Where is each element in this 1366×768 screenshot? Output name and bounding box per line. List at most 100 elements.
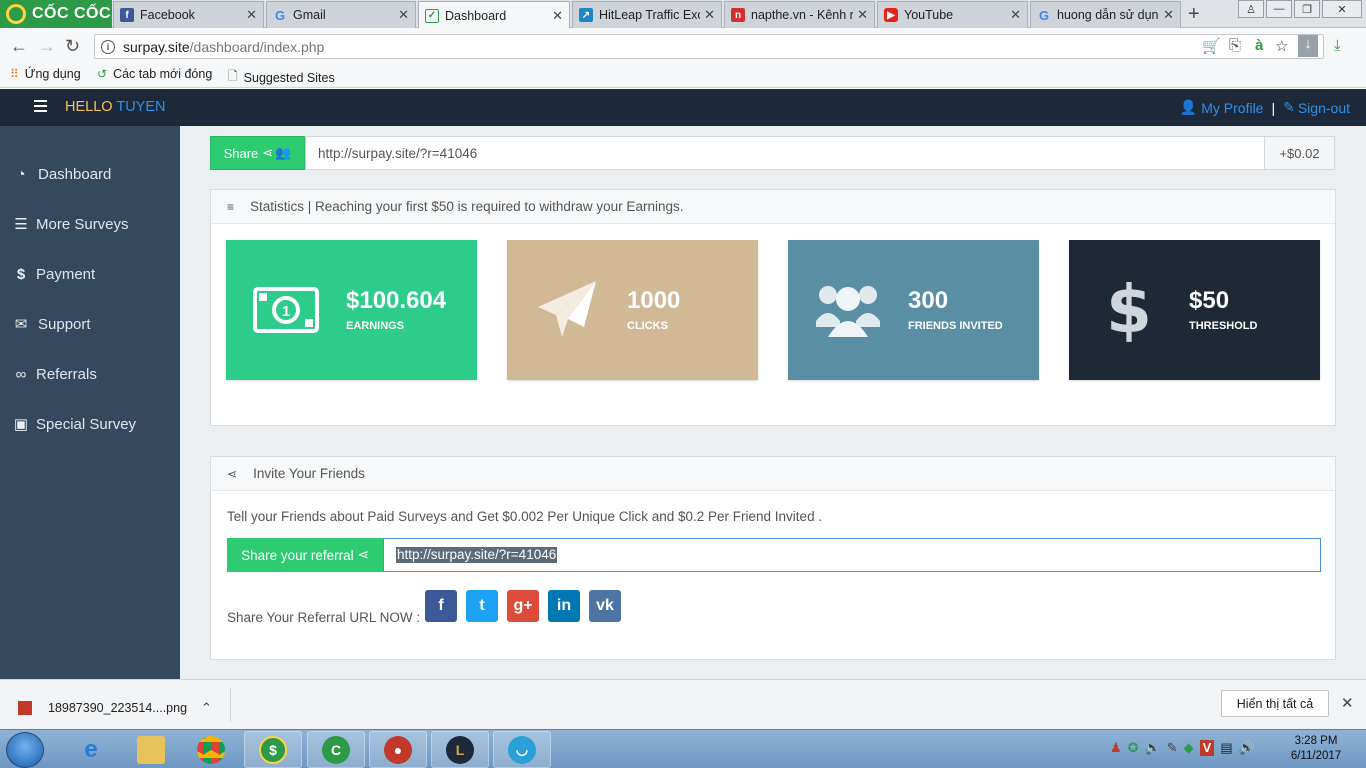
coccoc-icon: C	[322, 735, 350, 764]
close-icon[interactable]: ✕	[1163, 7, 1174, 23]
download-icon[interactable]: ⤓	[1334, 37, 1341, 54]
url-host: surpay.site	[123, 38, 190, 55]
minimize-button[interactable]: —	[1266, 0, 1292, 18]
bookmarks-bar: ⠿ Ứng dụng ↺ Các tab mới đóng 🗋 Suggeste…	[0, 63, 1366, 88]
tab-facebook[interactable]: f Facebook ✕	[113, 1, 264, 28]
forward-icon[interactable]: →	[38, 36, 56, 57]
info-icon[interactable]: i	[101, 39, 115, 54]
google-plus-icon: g+	[513, 597, 533, 614]
dashboard-icon: ◔	[16, 165, 26, 183]
network-icon[interactable]: ▤	[1220, 740, 1232, 756]
close-icon[interactable]: ✕	[552, 8, 563, 24]
share-referral-button[interactable]: Share your referral ⋖	[227, 538, 383, 572]
taskbar-league-of-legends[interactable]: L	[431, 731, 489, 768]
vietnamese-input-icon[interactable]: à	[1255, 37, 1263, 54]
vk-share-button[interactable]: vk	[589, 590, 621, 622]
sign-out-link[interactable]: Sign-out	[1298, 100, 1350, 116]
taskbar-chrome[interactable]	[182, 731, 240, 768]
bookmark-suggested-sites[interactable]: 🗋 Suggested Sites	[228, 67, 335, 88]
close-icon[interactable]: ✕	[857, 7, 868, 23]
greeting: HELLO TUYEN	[65, 99, 166, 115]
statistics-panel: ≡ Statistics | Reaching your first $50 i…	[210, 189, 1336, 426]
sidebar-item-special-survey[interactable]: ▣ Special Survey	[0, 404, 180, 444]
taskbar-game-app[interactable]: ●	[369, 731, 427, 768]
share-url-field[interactable]: http://surpay.site/?r=41046	[305, 136, 1265, 170]
new-tab-button[interactable]: +	[1188, 3, 1200, 26]
tray-app-icon[interactable]: ♟	[1110, 740, 1122, 756]
tray-device-icon[interactable]: ✎	[1167, 740, 1178, 756]
twitter-share-button[interactable]: t	[466, 590, 498, 622]
system-clock[interactable]: 3:28 PM 6/11/2017	[1286, 734, 1346, 764]
google-plus-share-button[interactable]: g+	[507, 590, 539, 622]
sidebar-item-support[interactable]: ✉ Support	[0, 304, 180, 344]
reload-icon[interactable]: ↻	[65, 36, 80, 57]
bookmark-recent-tabs[interactable]: ↺ Các tab mới đóng	[97, 67, 212, 81]
vk-icon: vk	[596, 597, 614, 614]
bookmark-apps[interactable]: ⠿ Ứng dụng	[10, 67, 81, 81]
statistics-title: Statistics | Reaching your first $50 is …	[250, 199, 684, 214]
restore-button[interactable]: ❐	[1294, 0, 1320, 18]
bookmark-label: Suggested Sites	[243, 70, 335, 85]
profile-icon[interactable]: ♙	[1238, 0, 1264, 18]
cart-icon[interactable]: 🛒	[1202, 37, 1221, 55]
tab-gmail[interactable]: G Gmail ✕	[266, 1, 416, 28]
menu-icon[interactable]	[34, 100, 47, 112]
tab-youtube[interactable]: ▶ YouTube ✕	[877, 1, 1028, 28]
chevron-up-icon[interactable]: ⌃	[201, 700, 212, 716]
translate-icon[interactable]: ⎘	[1229, 37, 1241, 54]
taskbar-internet-explorer[interactable]: e	[62, 731, 120, 768]
account-links: 👤 My Profile | ✎ Sign-out	[1180, 99, 1350, 116]
tab-hitleap[interactable]: ↗ HitLeap Traffic Exc ✕	[572, 1, 722, 28]
tab-dashboard[interactable]: ✓ Dashboard ✕	[418, 1, 570, 29]
youtube-icon: ▶	[884, 8, 898, 22]
user-icon: 👤	[1179, 99, 1198, 115]
bookmark-label: Các tab mới đóng	[113, 67, 213, 81]
tab-napthe[interactable]: n napthe.vn - Kênh r ✕	[724, 1, 875, 28]
download-arrow-icon[interactable]: ↓	[1298, 35, 1318, 57]
volume-icon[interactable]: 🔈	[1145, 740, 1161, 756]
tab-label: Gmail	[293, 8, 326, 22]
taskbar-coccoc[interactable]: C	[307, 731, 365, 768]
league-icon: L	[446, 735, 474, 764]
referral-row: Share your referral ⋖ http://surpay.site…	[227, 538, 1321, 572]
linkedin-share-button[interactable]: in	[548, 590, 580, 622]
windows-start-button[interactable]	[6, 732, 44, 768]
back-icon[interactable]: ←	[10, 36, 28, 57]
taskbar-chat-app[interactable]: ◡	[493, 731, 551, 768]
share-alt-icon: ⋖	[227, 466, 238, 481]
close-icon[interactable]: ✕	[704, 7, 715, 23]
sidebar-item-referrals[interactable]: ∞ Referrals	[0, 354, 180, 394]
sidebar-item-payment[interactable]: $ Payment	[0, 254, 180, 294]
close-window-button[interactable]: ✕	[1322, 0, 1362, 18]
share-button[interactable]: Share ⋖ 👥	[210, 136, 305, 170]
tray-xbox-icon[interactable]: ✪	[1128, 740, 1139, 756]
download-filename: 18987390_223514....png	[48, 701, 188, 715]
sidebar-item-dashboard[interactable]: ◔ Dashboard	[0, 154, 180, 194]
download-item[interactable]: 18987390_223514....png ⌃	[18, 700, 212, 716]
tab-huong-dan[interactable]: G huong dẫn sử dụn ✕	[1030, 1, 1181, 28]
close-icon[interactable]: ✕	[398, 7, 409, 23]
napthe-icon: n	[731, 8, 745, 22]
my-profile-link[interactable]: My Profile	[1201, 100, 1263, 116]
facebook-share-button[interactable]: f	[425, 590, 457, 622]
invite-header: ⋖ Invite Your Friends	[211, 457, 1335, 491]
star-icon[interactable]: ☆	[1275, 37, 1288, 55]
address-bar[interactable]: i surpay.site/dashboard/index.php	[94, 34, 1324, 59]
speaker-icon[interactable]: 🔊	[1239, 740, 1255, 756]
sidebar: ◔ Dashboard ☰ More Surveys $ Payment ✉ S…	[0, 126, 180, 679]
close-icon[interactable]: ✕	[1341, 694, 1354, 712]
tab-label: napthe.vn - Kênh r	[751, 8, 854, 22]
tray-v-icon[interactable]: V	[1199, 740, 1215, 756]
sidebar-item-label: More Surveys	[36, 215, 129, 233]
close-icon[interactable]: ✕	[246, 7, 257, 23]
close-icon[interactable]: ✕	[1010, 7, 1021, 23]
show-all-downloads-button[interactable]: Hiển thị tất cả	[1221, 690, 1329, 717]
taskbar-money-app[interactable]: $	[244, 731, 302, 768]
friends-invited-caption: FRIENDS INVITED	[908, 320, 1003, 332]
taskbar-file-explorer[interactable]	[122, 731, 180, 768]
sidebar-item-label: Referrals	[36, 365, 97, 383]
tray-vpn-icon[interactable]: ◆	[1184, 740, 1194, 756]
sidebar-item-more-surveys[interactable]: ☰ More Surveys	[0, 204, 180, 244]
coccoc-logo[interactable]: CỐC CỐC	[0, 0, 112, 28]
referral-url-input[interactable]: http://surpay.site/?r=41046	[383, 538, 1321, 572]
